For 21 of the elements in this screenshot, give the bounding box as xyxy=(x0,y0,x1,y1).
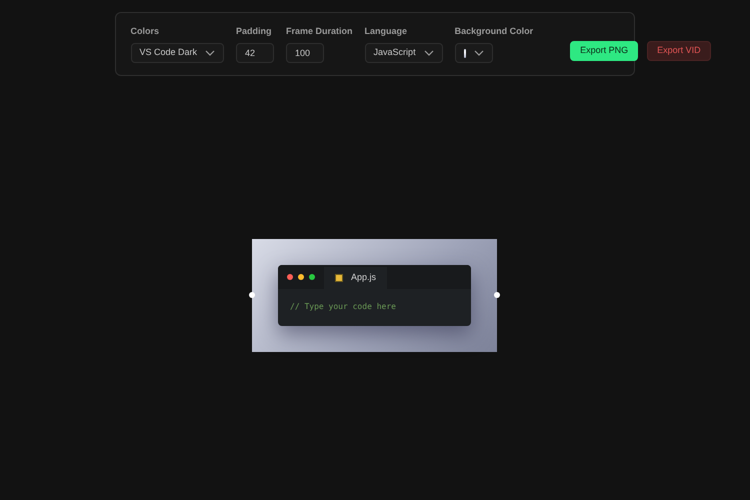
field-label: Background Color xyxy=(454,25,534,37)
chevron-down-icon xyxy=(205,50,216,56)
dropdown[interactable]: VS Code Dark xyxy=(130,43,224,63)
resize-handle[interactable] xyxy=(249,292,255,298)
export-button[interactable]: Export PNG xyxy=(570,41,638,61)
field-label: Padding xyxy=(236,25,273,37)
export-button[interactable]: Export VID xyxy=(647,41,711,61)
file-tab[interactable]: App.js xyxy=(324,267,388,289)
field-label: Colors xyxy=(130,25,160,37)
number-field[interactable]: 100 xyxy=(286,43,324,63)
resize-handle[interactable] xyxy=(494,292,500,298)
code-text: // Type your code here xyxy=(290,300,396,312)
color-picker[interactable] xyxy=(454,43,493,63)
number-field[interactable]: 42 xyxy=(236,43,274,63)
field-label: Language xyxy=(364,25,408,37)
chevron-down-icon xyxy=(424,50,434,56)
dropdown[interactable]: JavaScript xyxy=(364,43,443,63)
tab-label: App.js xyxy=(351,271,376,284)
field-label: Frame Duration xyxy=(286,25,353,37)
chevron-down-icon xyxy=(474,50,484,56)
file-icon xyxy=(335,274,343,282)
